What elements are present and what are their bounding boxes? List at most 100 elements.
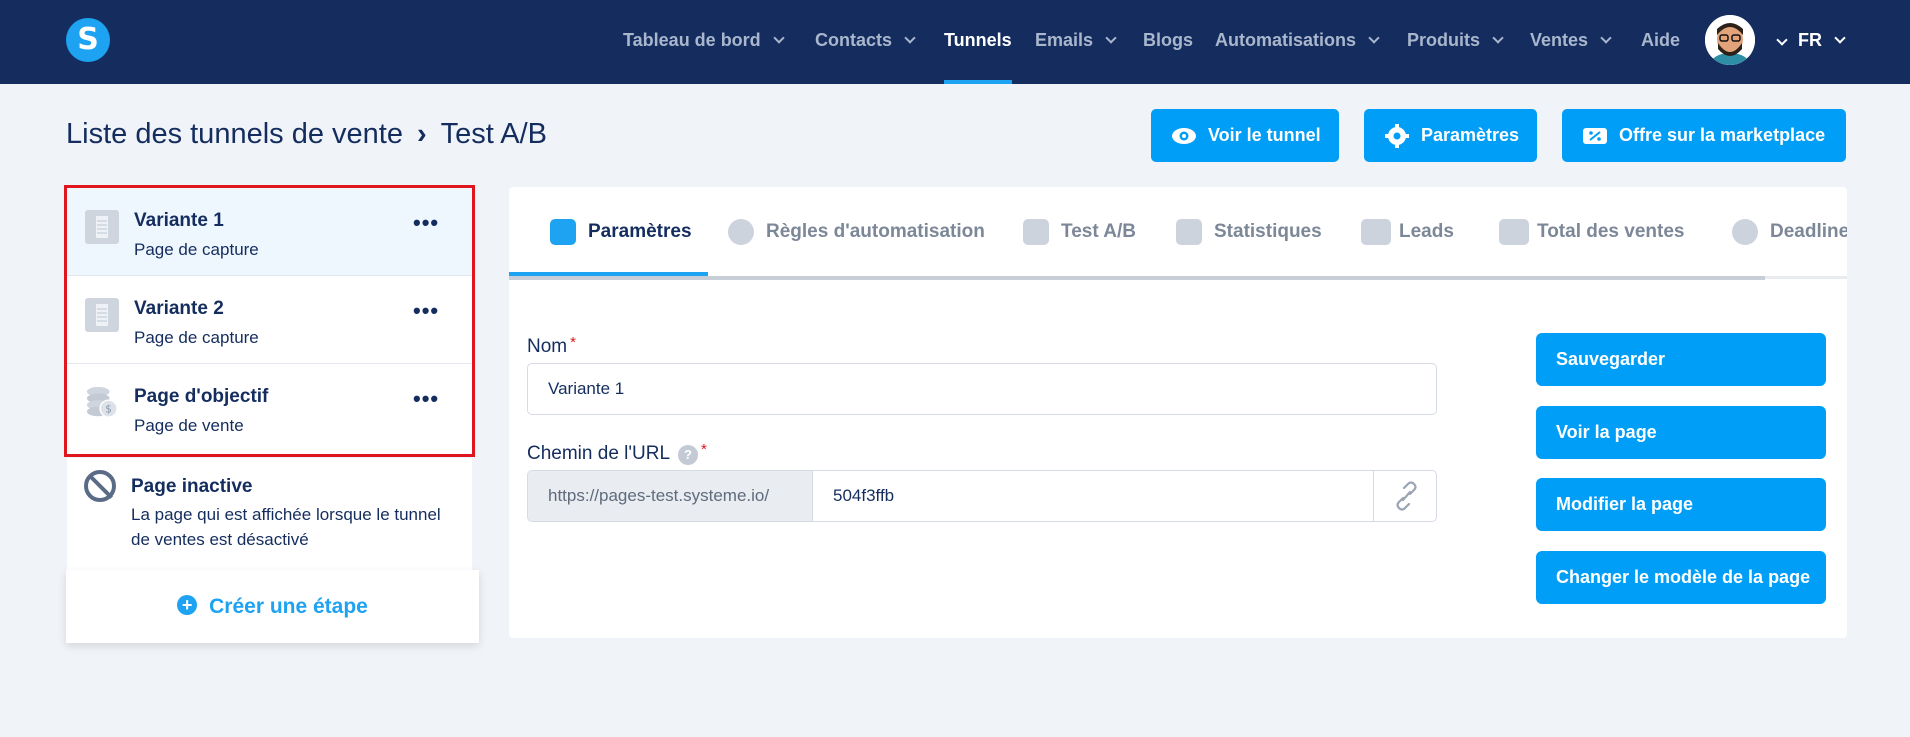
nav-item-automations[interactable]: Automatisations xyxy=(1215,0,1380,84)
language-selector[interactable]: FR xyxy=(1798,0,1846,84)
marketplace-offer-label: Offre sur la marketplace xyxy=(1619,125,1826,145)
dollar-icon xyxy=(1499,219,1529,245)
view-funnel-label: Voir le tunnel xyxy=(1208,125,1321,145)
language-label: FR xyxy=(1798,30,1822,50)
nav-item-help[interactable]: Aide xyxy=(1641,0,1680,84)
settings-button[interactable]: Paramètres xyxy=(1364,109,1537,162)
inactive-page-title: Page inactive xyxy=(131,476,253,497)
more-options-icon[interactable]: ••• xyxy=(413,210,439,236)
nav-item-emails[interactable]: Emails xyxy=(1035,0,1117,84)
bolt-icon xyxy=(728,219,754,245)
tab-label: Statistiques xyxy=(1214,221,1322,242)
required-asterisk: * xyxy=(570,334,576,351)
nav-item-tunnels[interactable]: Tunnels xyxy=(944,0,1012,84)
breadcrumb-root-link[interactable]: Liste des tunnels de vente xyxy=(66,118,403,150)
help-icon[interactable]: ? xyxy=(678,445,699,465)
step-subtitle: Page de capture xyxy=(134,328,259,347)
plus-circle-icon: + xyxy=(177,595,198,615)
tab-ab-test[interactable]: Test A/B xyxy=(1023,217,1136,247)
nav-item-label: Emails xyxy=(1035,30,1094,50)
user-avatar[interactable] xyxy=(1705,15,1755,65)
chevron-down-icon xyxy=(1105,32,1117,44)
step-item-goal-page[interactable]: $ Page d'objectif Page de vente ••• xyxy=(67,364,472,452)
tab-label: Test A/B xyxy=(1061,221,1136,242)
svg-text:$: $ xyxy=(105,403,112,415)
inactive-page-description: La page qui est affichée lorsque le tunn… xyxy=(131,505,441,549)
chevron-right-icon: › xyxy=(416,118,427,150)
chevron-down-icon[interactable] xyxy=(1776,34,1788,46)
tab-label: Règles d'automatisation xyxy=(766,221,985,242)
tab-total-sales[interactable]: Total des ventes xyxy=(1499,217,1684,247)
step-settings-card: Paramètres Règles d'automatisation Test … xyxy=(509,187,1847,638)
settings-tabs: Paramètres Règles d'automatisation Test … xyxy=(509,187,1847,277)
chevron-down-icon xyxy=(773,32,785,44)
nav-item-label: Tableau de bord xyxy=(623,30,761,50)
active-tab-indicator xyxy=(509,272,708,276)
nav-item-blogs[interactable]: Blogs xyxy=(1143,0,1193,84)
chevron-down-icon xyxy=(1492,32,1504,44)
marketplace-offer-button[interactable]: Offre sur la marketplace xyxy=(1562,109,1846,162)
tab-deadline[interactable]: Deadline xyxy=(1732,217,1847,247)
nav-item-label: Tunnels xyxy=(944,30,1012,50)
page-icon xyxy=(85,210,119,244)
url-path-field-label: Chemin de l'URL? * xyxy=(527,441,707,465)
tab-label: Total des ventes xyxy=(1537,221,1685,242)
chevron-down-icon xyxy=(1600,32,1612,44)
chevron-down-icon xyxy=(1368,32,1380,44)
more-options-icon[interactable]: ••• xyxy=(413,298,439,324)
nav-item-label: Aide xyxy=(1641,30,1681,50)
clock-icon xyxy=(1732,219,1758,245)
create-step-button[interactable]: + Créer une étape xyxy=(66,570,479,643)
inactive-page-step[interactable]: Page inactive La page qui est affichée l… xyxy=(67,458,472,570)
tab-settings[interactable]: Paramètres xyxy=(550,217,692,247)
chevron-down-icon xyxy=(1834,32,1846,44)
required-asterisk: * xyxy=(701,441,707,458)
step-title: Variante 2 xyxy=(134,298,224,319)
step-title: Variante 1 xyxy=(134,210,224,231)
url-domain-prefix: https://pages-test.systeme.io/ xyxy=(528,471,813,521)
nav-item-products[interactable]: Produits xyxy=(1407,0,1504,84)
ban-icon xyxy=(84,470,116,502)
split-icon xyxy=(1023,219,1049,245)
save-button[interactable]: Sauvegarder xyxy=(1536,333,1826,386)
change-template-button[interactable]: Changer le modèle de la page xyxy=(1536,551,1826,604)
nav-item-contacts[interactable]: Contacts xyxy=(815,0,916,84)
avatar-image xyxy=(1705,15,1755,65)
step-item-variant-2[interactable]: Variante 2 Page de capture ••• xyxy=(67,276,472,364)
sliders-icon xyxy=(550,219,576,245)
nav-item-label: Produits xyxy=(1407,30,1481,50)
tab-statistics[interactable]: Statistiques xyxy=(1176,217,1322,247)
nav-item-sales[interactable]: Ventes xyxy=(1530,0,1612,84)
app-logo[interactable]: S xyxy=(66,18,110,62)
url-path-input[interactable]: 504f3ffb xyxy=(813,471,1373,521)
copy-link-button[interactable] xyxy=(1373,471,1436,521)
name-input[interactable]: Variante 1 xyxy=(527,363,1437,415)
edit-page-button[interactable]: Modifier la page xyxy=(1536,478,1826,531)
ticket-icon xyxy=(1583,128,1607,144)
nav-item-dashboard[interactable]: Tableau de bord xyxy=(623,0,785,84)
nav-item-label: Automatisations xyxy=(1215,30,1357,50)
breadcrumb-current: Test A/B xyxy=(440,118,548,150)
nav-item-label: Blogs xyxy=(1143,30,1194,50)
create-step-label: Créer une étape xyxy=(209,595,368,618)
tab-automation-rules[interactable]: Règles d'automatisation xyxy=(728,217,985,247)
breadcrumb: Liste des tunnels de vente › Test A/B xyxy=(66,118,547,151)
tab-leads[interactable]: Leads xyxy=(1361,217,1454,247)
nav-item-label: Ventes xyxy=(1530,30,1589,50)
tab-label: Paramètres xyxy=(588,221,692,242)
nav-item-label: Contacts xyxy=(815,30,893,50)
step-subtitle: Page de vente xyxy=(134,416,244,435)
step-title: Page d'objectif xyxy=(134,386,269,407)
view-page-button[interactable]: Voir la page xyxy=(1536,406,1826,459)
page-icon xyxy=(85,298,119,332)
gear-icon xyxy=(1385,124,1409,148)
more-options-icon[interactable]: ••• xyxy=(413,386,439,412)
step-item-variant-1[interactable]: Variante 1 Page de capture ••• xyxy=(67,188,472,276)
top-navbar: S Tableau de bord Contacts Tunnels Email… xyxy=(0,0,1910,84)
link-icon xyxy=(1396,481,1417,511)
name-field-label: Nom * xyxy=(527,334,576,357)
chevron-down-icon xyxy=(904,32,916,44)
tab-label: Leads xyxy=(1399,221,1454,242)
tabs-scrollbar[interactable] xyxy=(509,276,1765,280)
view-funnel-button[interactable]: Voir le tunnel xyxy=(1151,109,1339,162)
